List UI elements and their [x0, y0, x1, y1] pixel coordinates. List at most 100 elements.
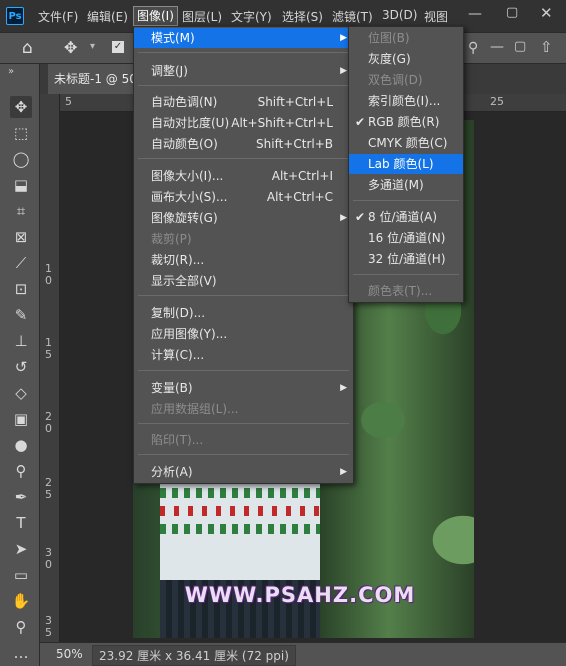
- submenu-item-label: 索引颜色(I)...: [368, 94, 441, 108]
- zoom-level[interactable]: 50%: [56, 647, 83, 661]
- menu-divider: [138, 370, 349, 371]
- submenu-item-label: CMYK 颜色(C): [368, 136, 448, 150]
- menu-item-apply-data-set[interactable]: 应用数据组(L)...: [134, 399, 353, 419]
- menu-filter[interactable]: 滤镜(T): [332, 8, 373, 25]
- submenu-item-bitmap[interactable]: 位图(B): [349, 28, 463, 48]
- submenu-item-cmyk-color[interactable]: CMYK 颜色(C): [349, 133, 463, 153]
- menu-item-shortcut: Shift+Ctrl+L: [257, 95, 333, 109]
- gradient-tool-icon[interactable]: ▣: [10, 408, 32, 430]
- healing-brush-tool-icon[interactable]: ⊡: [10, 278, 32, 300]
- dodge-tool-icon[interactable]: ⚲: [10, 460, 32, 482]
- sweater-pattern: [160, 524, 320, 534]
- rectangle-tool-icon[interactable]: ▭: [10, 564, 32, 586]
- eyedropper-tool-icon[interactable]: ⟋: [10, 252, 32, 274]
- blur-tool-icon[interactable]: ●: [10, 434, 32, 456]
- checkbox-checked-icon[interactable]: ✓: [112, 41, 124, 53]
- menu-item-auto-contrast[interactable]: 自动对比度(U) Alt+Shift+Ctrl+L: [134, 113, 353, 133]
- menu-item-auto-tone[interactable]: 自动色调(N) Shift+Ctrl+L: [134, 92, 353, 112]
- move-tool-icon[interactable]: ✥: [10, 96, 32, 118]
- submenu-item-indexed-color[interactable]: 索引颜色(I)...: [349, 91, 463, 111]
- lasso-tool-icon[interactable]: ◯: [10, 148, 32, 170]
- menu-item-label: 计算(C)...: [151, 348, 205, 362]
- menu-select[interactable]: 选择(S): [282, 8, 323, 25]
- menu-item-crop[interactable]: 裁剪(P): [134, 229, 353, 249]
- collapse-icon[interactable]: »: [8, 66, 14, 77]
- share-icon[interactable]: ⇧: [540, 38, 553, 56]
- submenu-item-8-bit[interactable]: ✔ 8 位/通道(A): [349, 207, 463, 227]
- menu-edit[interactable]: 编辑(E): [87, 8, 128, 25]
- menu-image[interactable]: 图像(I): [133, 6, 178, 26]
- ruler-left-mark: 5: [45, 488, 52, 501]
- close-icon[interactable]: ✕: [540, 4, 553, 22]
- history-brush-tool-icon[interactable]: ↺: [10, 356, 32, 378]
- menu-item-image-size[interactable]: 图像大小(I)... Alt+Ctrl+I: [134, 166, 353, 186]
- search-icon[interactable]: ⚲: [468, 40, 478, 56]
- crop-tool-icon[interactable]: ⌗: [10, 200, 32, 222]
- frame-icon[interactable]: ▢: [514, 39, 526, 54]
- menu-item-trim[interactable]: 裁切(R)...: [134, 250, 353, 270]
- menu-item-mode[interactable]: 模式(M) ▶: [134, 28, 353, 48]
- menu-3d[interactable]: 3D(D): [382, 8, 417, 22]
- submenu-item-grayscale[interactable]: 灰度(G): [349, 49, 463, 69]
- submenu-item-multichannel[interactable]: 多通道(M): [349, 175, 463, 195]
- menu-item-canvas-size[interactable]: 画布大小(S)... Alt+Ctrl+C: [134, 187, 353, 207]
- ruler-left-mark: 0: [45, 422, 52, 435]
- marquee-tool-icon[interactable]: ⬚: [10, 122, 32, 144]
- submenu-arrow-icon: ▶: [340, 383, 347, 393]
- brush-tool-icon[interactable]: ✎: [10, 304, 32, 326]
- menu-item-apply-image[interactable]: 应用图像(Y)...: [134, 324, 353, 344]
- stamp-tool-icon[interactable]: ⊥: [10, 330, 32, 352]
- menu-view[interactable]: 视图: [424, 8, 448, 25]
- chevron-down-icon[interactable]: ▾: [90, 41, 95, 52]
- menu-item-image-rotation[interactable]: 图像旋转(G) ▶: [134, 208, 353, 228]
- watermark-text: WWW.PSAHZ.COM: [184, 583, 416, 607]
- submenu-arrow-icon: ▶: [340, 33, 347, 43]
- menu-divider: [138, 423, 349, 424]
- menu-item-adjustments[interactable]: 调整(J) ▶: [134, 61, 353, 81]
- pen-tool-icon[interactable]: ✒: [10, 486, 32, 508]
- submenu-item-rgb-color[interactable]: ✔ RGB 颜色(R): [349, 112, 463, 132]
- menu-item-label: 画布大小(S)...: [151, 190, 228, 204]
- menu-item-trap[interactable]: 陷印(T)...: [134, 430, 353, 450]
- submenu-item-label: Lab 颜色(L): [368, 157, 434, 171]
- sweater-pattern: [160, 506, 320, 516]
- menu-file[interactable]: 文件(F): [38, 8, 78, 25]
- eraser-tool-icon[interactable]: ◇: [10, 382, 32, 404]
- ruler-left-mark: 5: [45, 626, 52, 639]
- checkmark-icon: ✔: [355, 210, 366, 224]
- ruler-left-mark: 0: [45, 558, 52, 571]
- move-icon[interactable]: ✥: [64, 38, 77, 57]
- type-tool-icon[interactable]: T: [10, 512, 32, 534]
- menu-item-label: 复制(D)...: [151, 306, 206, 320]
- quick-select-tool-icon[interactable]: ⬓: [10, 174, 32, 196]
- menu-item-reveal-all[interactable]: 显示全部(V): [134, 271, 353, 291]
- more-tools-icon[interactable]: …: [10, 642, 32, 664]
- submenu-item-lab-color[interactable]: Lab 颜色(L): [349, 154, 463, 174]
- zoom-tool-icon[interactable]: ⚲: [10, 616, 32, 638]
- menu-item-calculations[interactable]: 计算(C)...: [134, 345, 353, 365]
- menu-item-auto-color[interactable]: 自动颜色(O) Shift+Ctrl+B: [134, 134, 353, 154]
- menu-divider: [138, 85, 349, 86]
- checkmark-icon: ✔: [355, 115, 366, 129]
- hand-tool-icon[interactable]: ✋: [10, 590, 32, 612]
- menu-item-label: 变量(B): [151, 381, 193, 395]
- ruler-left-mark: 5: [45, 348, 52, 361]
- minus-icon[interactable]: —: [490, 39, 504, 55]
- menu-item-label: 自动对比度(U): [151, 116, 230, 130]
- path-select-tool-icon[interactable]: ➤: [10, 538, 32, 560]
- document-info[interactable]: 23.92 厘米 x 36.41 厘米 (72 ppi): [92, 645, 296, 666]
- frame-tool-icon[interactable]: ⊠: [10, 226, 32, 248]
- submenu-item-32-bit[interactable]: 32 位/通道(H): [349, 249, 463, 269]
- home-icon[interactable]: ⌂: [22, 38, 33, 58]
- menu-type[interactable]: 文字(Y): [231, 8, 272, 25]
- maximize-icon[interactable]: ▢: [506, 5, 518, 20]
- menu-item-analysis[interactable]: 分析(A) ▶: [134, 462, 353, 482]
- menu-item-duplicate[interactable]: 复制(D)...: [134, 303, 353, 323]
- menu-item-variables[interactable]: 变量(B) ▶: [134, 378, 353, 398]
- submenu-item-16-bit[interactable]: 16 位/通道(N): [349, 228, 463, 248]
- submenu-item-color-table[interactable]: 颜色表(T)...: [349, 281, 463, 301]
- menu-layer[interactable]: 图层(L): [182, 8, 222, 25]
- minimize-icon[interactable]: —: [468, 6, 482, 22]
- ruler-top-mark: 2: [490, 95, 497, 108]
- submenu-item-duotone[interactable]: 双色调(D): [349, 70, 463, 90]
